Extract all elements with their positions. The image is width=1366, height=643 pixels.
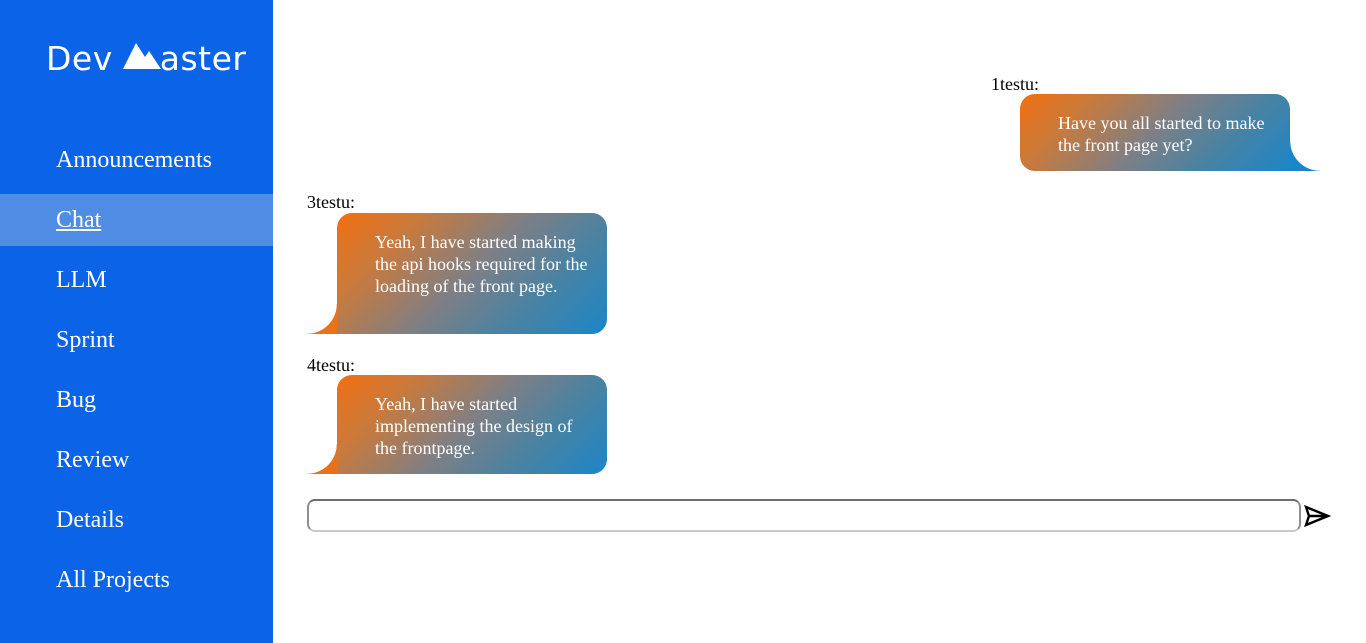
app-logo[interactable]: Dev aster xyxy=(46,38,246,78)
sidebar-item-bug[interactable]: Bug xyxy=(0,374,273,426)
sidebar-item-all-projects[interactable]: All Projects xyxy=(0,554,273,606)
sidebar-item-label: Details xyxy=(56,507,124,533)
logo-text-dev: Dev xyxy=(46,38,113,78)
message-input[interactable] xyxy=(307,499,1301,532)
chat-panel: 1testu: Have you all started to make the… xyxy=(273,0,1366,643)
sidebar-item-label: Chat xyxy=(56,207,102,233)
sidebar-item-sprint[interactable]: Sprint xyxy=(0,314,273,366)
message-bubble: Have you all started to make the front p… xyxy=(1020,94,1320,171)
sidebar-item-label: Sprint xyxy=(56,327,115,353)
message-sender: 4testu: xyxy=(307,355,355,375)
sidebar-item-label: Bug xyxy=(56,387,97,413)
message-sender: 3testu: xyxy=(307,192,355,212)
sidebar-item-label: Review xyxy=(56,447,130,473)
sidebar-item-label: All Projects xyxy=(56,567,170,593)
message-bubble: Yeah, I have started making the api hook… xyxy=(307,213,607,334)
sidebar-item-details[interactable]: Details xyxy=(0,494,273,546)
sidebar-nav: Announcements Chat LLM Sprint Bug Review… xyxy=(0,134,273,614)
send-button[interactable] xyxy=(1303,502,1332,530)
sidebar: Dev aster Announcements Chat LLM Sprint … xyxy=(0,0,273,643)
logo-text-aster: aster xyxy=(159,38,247,78)
send-icon xyxy=(1304,504,1332,528)
message-sender: 1testu: xyxy=(991,74,1039,94)
message-text: Yeah, I have started implementing the de… xyxy=(375,394,573,458)
sidebar-item-label: LLM xyxy=(56,267,107,293)
message-composer xyxy=(307,499,1337,532)
sidebar-item-announcements[interactable]: Announcements xyxy=(0,134,273,186)
sidebar-item-chat[interactable]: Chat xyxy=(0,194,273,246)
sidebar-item-llm[interactable]: LLM xyxy=(0,254,273,306)
mountain-icon xyxy=(122,43,161,69)
message-text: Yeah, I have started making the api hook… xyxy=(375,232,588,296)
message-text: Have you all started to make the front p… xyxy=(1058,113,1265,155)
sidebar-item-review[interactable]: Review xyxy=(0,434,273,486)
sidebar-item-label: Announcements xyxy=(56,147,212,173)
message-bubble: Yeah, I have started implementing the de… xyxy=(307,375,607,474)
